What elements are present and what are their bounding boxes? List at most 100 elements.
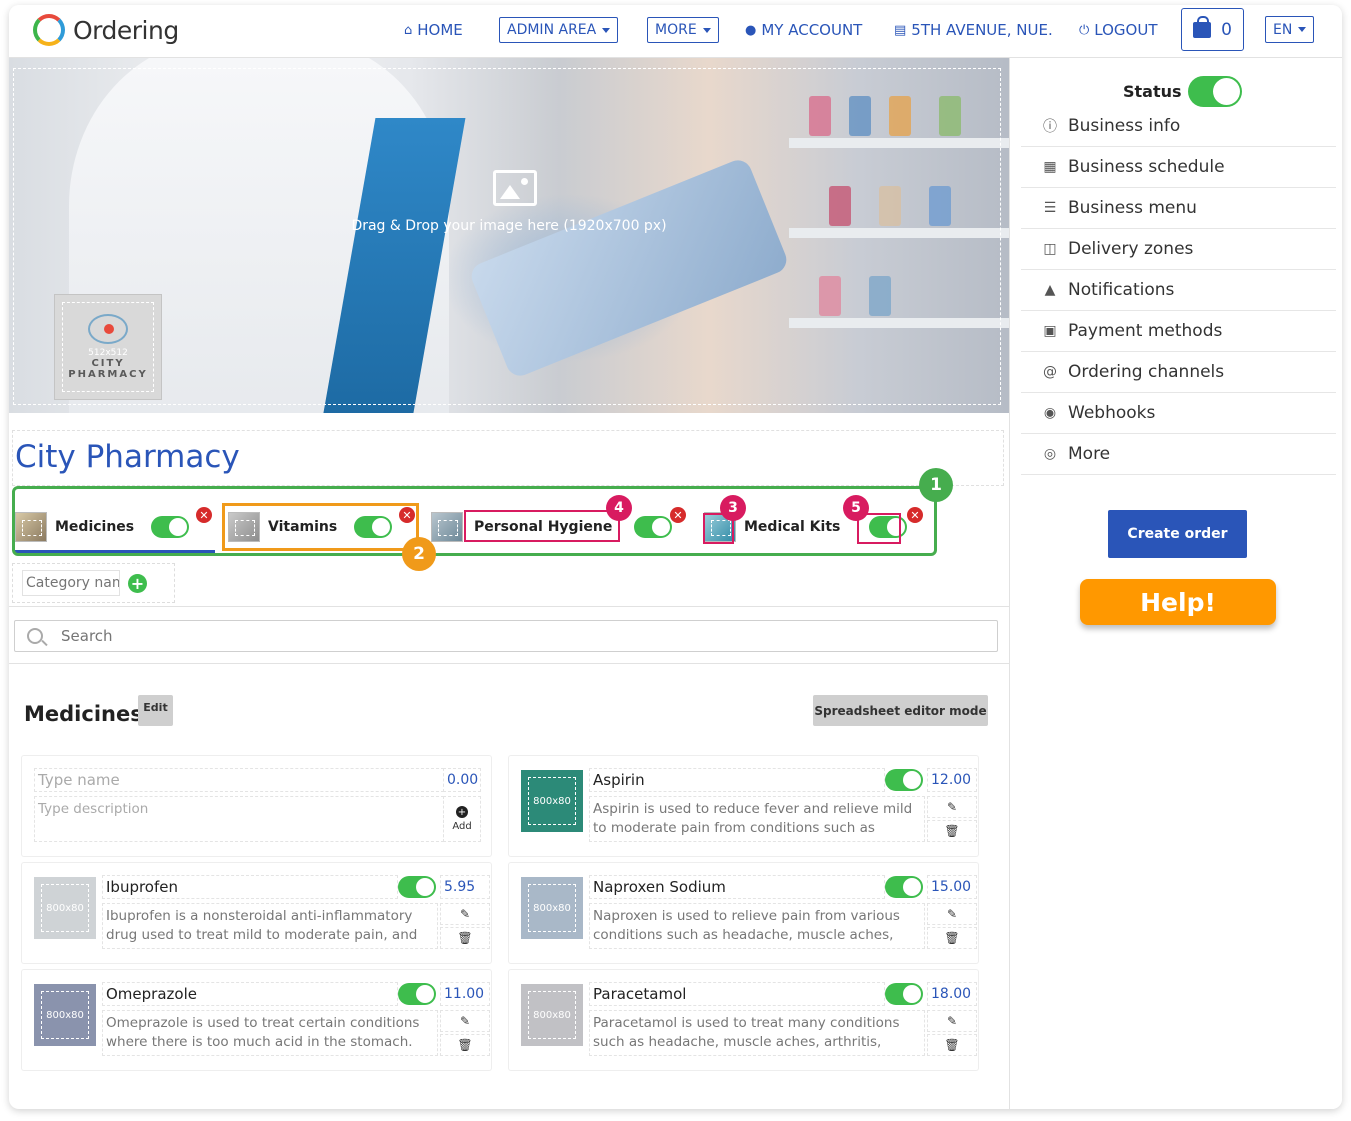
sidebar-item-notifications[interactable]: ▲ Notifications: [1021, 270, 1336, 311]
language-dropdown[interactable]: EN: [1265, 16, 1315, 43]
map-icon: ◫: [1043, 241, 1057, 257]
add-category-icon[interactable]: +: [128, 573, 147, 593]
category-name-input[interactable]: [22, 570, 120, 596]
product-card-naproxen-sodium[interactable]: 800x80 Naproxen Sodium 15.00 Naproxen is…: [509, 863, 978, 963]
annotation-box-4: [464, 510, 620, 542]
logo-text: Ordering: [73, 15, 179, 45]
trash-icon[interactable]: 🗑: [927, 927, 977, 949]
product-card-aspirin[interactable]: 800x80 Aspirin 12.00 Aspirin is used to …: [509, 756, 978, 856]
spreadsheet-editor-button[interactable]: Spreadsheet editor mode: [813, 695, 988, 726]
product-name[interactable]: Ibuprofen: [102, 875, 398, 899]
sidebar-item-delivery-zones[interactable]: ◫ Delivery zones: [1021, 229, 1336, 270]
at-icon: @: [1043, 364, 1057, 380]
business-header-banner[interactable]: Drag & Drop your image here (1920x700 px…: [9, 58, 1009, 413]
product-description[interactable]: Omeprazole is used to treat certain cond…: [102, 1010, 438, 1056]
add-product-button[interactable]: + Add: [443, 796, 481, 842]
product-description[interactable]: Naproxen is used to relieve pain from va…: [589, 903, 925, 949]
product-price[interactable]: 5.95: [440, 875, 490, 899]
create-order-button[interactable]: Create order: [1108, 510, 1247, 558]
product-image[interactable]: 800x80: [521, 984, 583, 1046]
search-input[interactable]: [61, 627, 961, 645]
product-description[interactable]: Aspirin is used to reduce fever and reli…: [589, 796, 925, 842]
edit-icon[interactable]: ✎: [440, 903, 490, 925]
edit-icon[interactable]: ✎: [927, 903, 977, 925]
product-name[interactable]: Paracetamol: [589, 982, 885, 1006]
product-image-placeholder: 800x80: [528, 991, 576, 1039]
help-button[interactable]: Help!: [1080, 579, 1276, 625]
product-price[interactable]: 15.00: [927, 875, 977, 899]
product-image[interactable]: 800x80: [521, 770, 583, 832]
new-product-price[interactable]: 0.00: [443, 768, 481, 792]
sidebar-item-ordering-channels[interactable]: @ Ordering channels: [1021, 352, 1336, 393]
product-card-ibuprofen[interactable]: 800x80 Ibuprofen 5.95 Ibuprofen is a non…: [22, 863, 491, 963]
annotation-badge-3: 3: [720, 495, 746, 521]
product-description[interactable]: Paracetamol is used to treat many condit…: [589, 1010, 925, 1056]
product-name[interactable]: Aspirin: [589, 768, 885, 792]
new-product-name-input[interactable]: Type name: [34, 768, 444, 792]
trash-icon[interactable]: 🗑: [927, 1034, 977, 1056]
edit-icon[interactable]: ✎: [927, 796, 977, 818]
user-icon: ●: [745, 22, 757, 38]
product-card-omeprazole[interactable]: 800x80 Omeprazole 11.00 Omeprazole is us…: [22, 970, 491, 1070]
edit-icon[interactable]: ✎: [927, 1010, 977, 1032]
status-label: Status: [1123, 82, 1182, 101]
nav-logout[interactable]: ⏻ LOGOUT: [1079, 17, 1158, 43]
annotation-badge-4: 4: [606, 495, 632, 521]
product-name[interactable]: Naproxen Sodium: [589, 875, 885, 899]
atom-logo-icon: [88, 314, 128, 344]
trash-icon[interactable]: 🗑: [440, 1034, 490, 1056]
product-price[interactable]: 12.00: [927, 768, 977, 792]
annotation-badge-1: 1: [919, 468, 953, 502]
chevron-down-icon: [1298, 27, 1307, 32]
sidebar-item-payment-methods[interactable]: ▣ Payment methods: [1021, 311, 1336, 352]
product-toggle[interactable]: [885, 769, 923, 791]
app-logo[interactable]: Ordering: [33, 14, 179, 46]
new-category-row: +: [12, 563, 175, 603]
logo-size-label: 512x512: [88, 348, 128, 358]
product-image[interactable]: 800x80: [34, 984, 96, 1046]
product-image-placeholder: 800x80: [41, 991, 89, 1039]
product-price[interactable]: 18.00: [927, 982, 977, 1006]
more-dropdown[interactable]: MORE: [647, 17, 719, 43]
cart-count: 0: [1221, 19, 1232, 40]
product-image[interactable]: 800x80: [521, 877, 583, 939]
target-icon: ◎: [1043, 446, 1057, 462]
sidebar-item-more[interactable]: ◎ More: [1021, 434, 1336, 475]
nav-home[interactable]: ⌂ HOME: [404, 17, 463, 43]
trash-icon[interactable]: 🗑: [440, 927, 490, 949]
status-row: Status: [1123, 76, 1242, 107]
logo-line-2: PHARMACY: [68, 369, 148, 380]
status-toggle[interactable]: [1187, 76, 1242, 107]
sidebar-item-business-schedule[interactable]: ▦ Business schedule: [1021, 147, 1336, 188]
business-logo-upload[interactable]: 512x512 CITY PHARMACY: [54, 294, 162, 400]
business-settings-sidebar: Status ⓘ Business info ▦ Business schedule…: [1009, 58, 1342, 1109]
product-image[interactable]: 800x80: [34, 877, 96, 939]
trash-icon[interactable]: 🗑: [927, 820, 977, 842]
logo-ring-icon: [33, 14, 65, 46]
product-toggle[interactable]: [398, 876, 436, 898]
product-price[interactable]: 11.00: [440, 982, 490, 1006]
sidebar-item-webhooks[interactable]: ◉ Webhooks: [1021, 393, 1336, 434]
menu-icon: ☰: [1043, 200, 1057, 216]
nav-location[interactable]: ▤ 5TH AVENUE, NUE...: [894, 17, 1054, 43]
product-toggle[interactable]: [885, 983, 923, 1005]
product-search[interactable]: [14, 620, 998, 652]
business-name: City Pharmacy: [15, 439, 240, 475]
edit-icon[interactable]: ✎: [440, 1010, 490, 1032]
new-product-description-input[interactable]: Type description: [34, 796, 444, 842]
admin-area-dropdown[interactable]: ADMIN AREA: [499, 17, 619, 43]
bell-icon: ▲: [1044, 282, 1056, 298]
business-name-field[interactable]: City Pharmacy: [12, 430, 1004, 486]
cart-button[interactable]: 0: [1181, 8, 1244, 51]
money-icon: ▣: [1043, 323, 1057, 339]
nav-my-account[interactable]: ● MY ACCOUNT: [745, 17, 862, 43]
product-toggle[interactable]: [885, 876, 923, 898]
plus-circle-icon: +: [456, 806, 468, 818]
sidebar-item-business-menu[interactable]: ☰ Business menu: [1021, 188, 1336, 229]
product-card-paracetamol[interactable]: 800x80 Paracetamol 18.00 Paracetamol is …: [509, 970, 978, 1070]
edit-category-button[interactable]: Edit: [138, 695, 173, 726]
product-description[interactable]: Ibuprofen is a nonsteroidal anti-inflamm…: [102, 903, 438, 949]
sidebar-item-business-info[interactable]: ⓘ Business info: [1021, 106, 1336, 147]
product-toggle[interactable]: [398, 983, 436, 1005]
product-name[interactable]: Omeprazole: [102, 982, 398, 1006]
